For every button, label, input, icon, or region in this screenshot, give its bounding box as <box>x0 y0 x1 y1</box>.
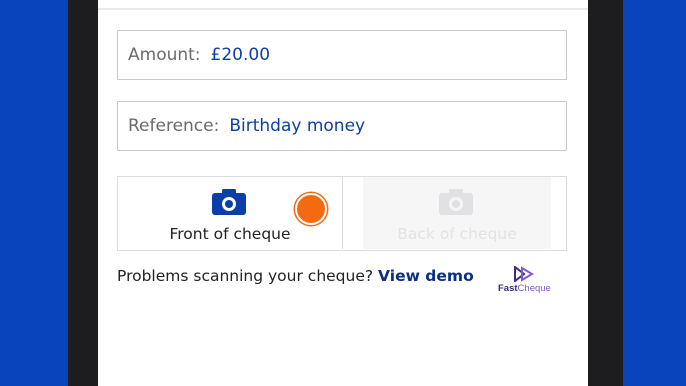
cheque-capture-panel: Front of cheque Back of cheque <box>117 176 567 251</box>
camera-icon <box>212 189 246 215</box>
front-of-cheque-label: Front of cheque <box>169 225 291 243</box>
amount-label: Amount: <box>128 45 201 65</box>
reference-value: Birthday money <box>229 116 366 136</box>
reference-label: Reference: <box>128 116 220 136</box>
reference-field[interactable]: Reference: Birthday money <box>117 101 567 151</box>
fastcheque-logo: FastCheque <box>498 266 556 298</box>
brand-name: FastCheque <box>498 283 551 294</box>
touch-indicator <box>295 193 327 225</box>
camera-icon <box>439 189 473 215</box>
scanning-help: Problems scanning your cheque? View demo <box>117 267 474 285</box>
divider <box>98 8 588 10</box>
app-screen: Amount: £20.00 Reference: Birthday money… <box>98 0 588 386</box>
back-of-cheque-button[interactable]: Back of cheque <box>363 177 551 249</box>
amount-value: £20.00 <box>210 45 271 65</box>
view-demo-link[interactable]: View demo <box>378 267 474 285</box>
back-of-cheque-label: Back of cheque <box>397 225 517 243</box>
help-text: Problems scanning your cheque? <box>117 267 374 285</box>
amount-field[interactable]: Amount: £20.00 <box>117 30 567 80</box>
fastcheque-mark-icon <box>514 266 534 282</box>
